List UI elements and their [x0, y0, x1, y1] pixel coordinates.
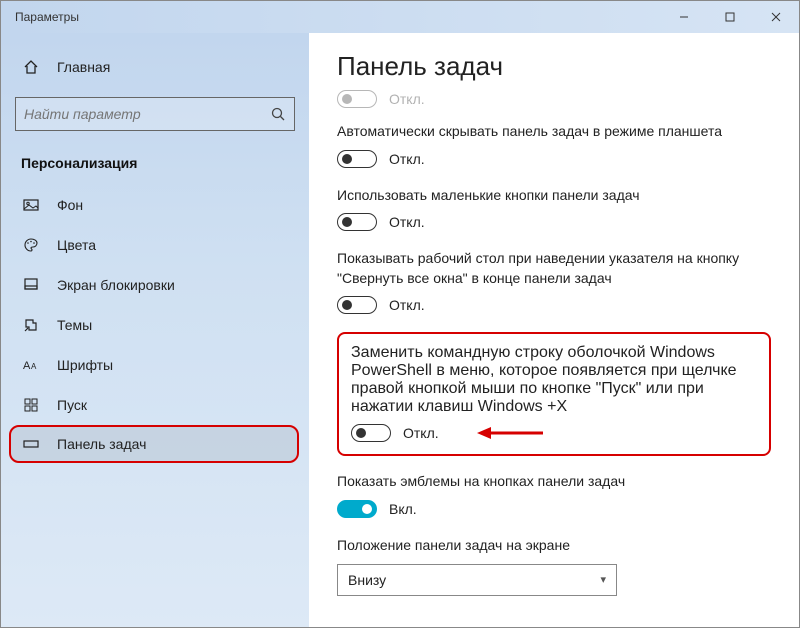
- minimize-button[interactable]: [661, 1, 707, 33]
- sidebar-item-lockscreen[interactable]: Экран блокировки: [1, 265, 309, 305]
- close-button[interactable]: [753, 1, 799, 33]
- setting-label: Показывать рабочий стол при наведении ук…: [337, 249, 771, 288]
- titlebar: Параметры: [1, 1, 799, 33]
- search-input[interactable]: [24, 106, 270, 122]
- image-icon: [21, 197, 41, 213]
- sidebar-section-title: Персонализация: [1, 149, 309, 185]
- window-controls: [661, 1, 799, 33]
- setting-badges: Показать эмблемы на кнопках панели задач…: [337, 472, 771, 518]
- toggle-switch[interactable]: [337, 296, 377, 314]
- sidebar-item-label: Темы: [57, 317, 92, 333]
- toggle-state-label: Откл.: [389, 297, 425, 313]
- toggle-switch[interactable]: [337, 150, 377, 168]
- sidebar-item-fonts[interactable]: AA Шрифты: [1, 345, 309, 385]
- sidebar-home-label: Главная: [57, 59, 110, 75]
- setting-label: Использовать маленькие кнопки панели зад…: [337, 186, 771, 206]
- setting-label: Заменить командную строку оболочкой Wind…: [351, 344, 757, 416]
- setting-label: Положение панели задач на экране: [337, 536, 771, 556]
- toggle-switch[interactable]: [337, 90, 377, 108]
- dropdown-value: Внизу: [348, 572, 386, 588]
- maximize-button[interactable]: [707, 1, 753, 33]
- annotation-arrow-icon: [475, 424, 545, 442]
- toggle-switch[interactable]: [351, 424, 391, 442]
- search-container: [15, 97, 295, 131]
- toggle-switch[interactable]: [337, 213, 377, 231]
- sidebar-item-start[interactable]: Пуск: [1, 385, 309, 425]
- sidebar-item-background[interactable]: Фон: [1, 185, 309, 225]
- setting-label: Показать эмблемы на кнопках панели задач: [337, 472, 771, 492]
- lockscreen-icon: [21, 277, 41, 293]
- svg-text:A: A: [31, 362, 37, 371]
- content-panel: Панель задач Откл. Автоматически скрыват…: [309, 33, 799, 627]
- sidebar-item-label: Шрифты: [57, 357, 113, 373]
- search-icon: [270, 106, 286, 122]
- svg-text:A: A: [23, 360, 31, 372]
- main-area: Главная Персонализация Фон Цвета: [1, 33, 799, 627]
- sidebar-item-label: Панель задач: [57, 436, 146, 452]
- window-title: Параметры: [1, 10, 661, 24]
- setting-peek-desktop: Показывать рабочий стол при наведении ук…: [337, 249, 771, 314]
- home-icon: [21, 59, 41, 75]
- setting-taskbar-position: Положение панели задач на экране Внизу ▾: [337, 536, 771, 596]
- toggle-state-label: Вкл.: [389, 501, 417, 517]
- sidebar-item-themes[interactable]: Темы: [1, 305, 309, 345]
- page-title: Панель задач: [337, 51, 771, 82]
- sidebar-item-taskbar[interactable]: Панель задач: [9, 425, 299, 463]
- search-box[interactable]: [15, 97, 295, 131]
- highlighted-setting-powershell: Заменить командную строку оболочкой Wind…: [337, 332, 771, 456]
- palette-icon: [21, 237, 41, 253]
- sidebar: Главная Персонализация Фон Цвета: [1, 33, 309, 627]
- start-icon: [21, 397, 41, 413]
- taskbar-icon: [21, 436, 41, 452]
- setting-label: Автоматически скрывать панель задач в ре…: [337, 122, 771, 142]
- toggle-state-label: Откл.: [389, 91, 425, 107]
- sidebar-item-label: Цвета: [57, 237, 96, 253]
- toggle-state-label: Откл.: [389, 214, 425, 230]
- sidebar-item-label: Экран блокировки: [57, 277, 175, 293]
- toggle-state-label: Откл.: [389, 151, 425, 167]
- toggle-switch[interactable]: [337, 500, 377, 518]
- setting-autohide-tablet: Автоматически скрывать панель задач в ре…: [337, 122, 771, 168]
- chevron-down-icon: ▾: [600, 573, 606, 586]
- position-dropdown[interactable]: Внизу ▾: [337, 564, 617, 596]
- settings-window: Параметры Главная Пе: [0, 0, 800, 628]
- cutoff-toggle-row: Откл.: [337, 90, 771, 108]
- sidebar-item-colors[interactable]: Цвета: [1, 225, 309, 265]
- fonts-icon: AA: [21, 357, 41, 373]
- setting-small-buttons: Использовать маленькие кнопки панели зад…: [337, 186, 771, 232]
- toggle-state-label: Откл.: [403, 425, 439, 441]
- themes-icon: [21, 317, 41, 333]
- sidebar-item-label: Пуск: [57, 397, 87, 413]
- sidebar-item-label: Фон: [57, 197, 83, 213]
- sidebar-home[interactable]: Главная: [1, 47, 309, 87]
